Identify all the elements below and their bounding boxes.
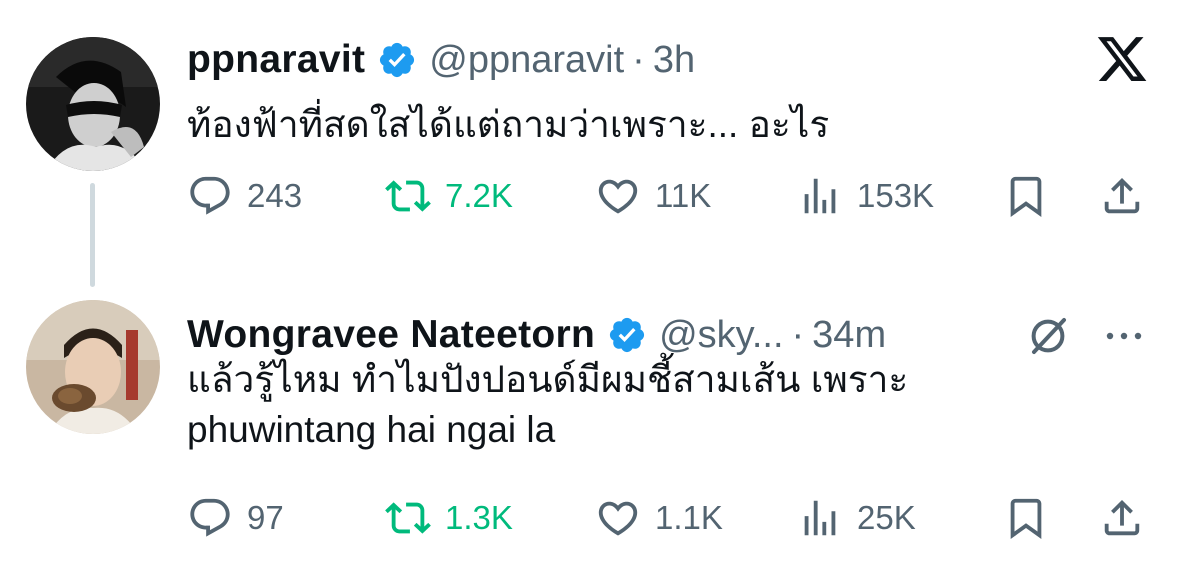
views-icon <box>797 495 843 541</box>
bookmark-button[interactable] <box>1003 493 1049 543</box>
views-button[interactable]: 153K <box>797 171 934 221</box>
share-button[interactable] <box>1099 171 1145 221</box>
reply-count: 97 <box>247 499 284 536</box>
separator: · <box>791 313 805 356</box>
like-button[interactable]: 11K <box>595 171 711 221</box>
tweet-text-line: ท้องฟ้าที่สดใสได้แต่ถามว่าเพราะ... อะไร <box>187 104 830 145</box>
action-bar: 97 1.3K 1.1K 25K <box>187 493 1147 543</box>
retweet-icon <box>385 173 431 219</box>
share-icon <box>1099 173 1145 219</box>
retweet-button[interactable]: 1.3K <box>385 493 513 543</box>
retweet-count: 1.3K <box>445 499 513 536</box>
verified-badge-icon <box>377 40 417 80</box>
display-name[interactable]: Wongravee Nateetorn <box>187 313 595 357</box>
tweet-header: ppnaravit @ppnaravit · 3h <box>187 35 695 85</box>
like-count: 1.1K <box>655 499 723 536</box>
tweet-reply[interactable]: Wongravee Nateetorn @sky... · 34m แล้วรู… <box>0 290 1179 563</box>
heart-icon <box>595 173 641 219</box>
thread-connector <box>90 183 95 287</box>
tweet-text: ท้องฟ้าที่สดใสได้แต่ถามว่าเพราะ... อะไร <box>187 100 829 150</box>
heart-icon <box>595 495 641 541</box>
reply-count: 243 <box>247 177 303 214</box>
action-bar: 243 7.2K 11K 153K <box>187 171 1147 221</box>
reply-button[interactable]: 243 <box>187 171 302 221</box>
avatar[interactable] <box>26 300 160 434</box>
display-name[interactable]: ppnaravit <box>187 38 365 82</box>
views-count: 153K <box>857 177 935 214</box>
retweet-button[interactable]: 7.2K <box>385 171 513 221</box>
tweet-text: แล้วรู้ไหม ทำไมปังปอนด์มีผมชี้สามเส้น เพ… <box>187 355 908 455</box>
tweet-text-line: แล้วรู้ไหม ทำไมปังปอนด์มีผมชี้สามเส้น เพ… <box>187 359 909 400</box>
tweet-header: Wongravee Nateetorn @sky... · 34m <box>187 310 886 360</box>
share-button[interactable] <box>1099 493 1145 543</box>
share-icon <box>1099 495 1145 541</box>
retweet-icon <box>385 495 431 541</box>
reply-icon <box>187 173 233 219</box>
retweet-count: 7.2K <box>445 177 513 214</box>
timestamp[interactable]: 3h <box>653 39 695 82</box>
verified-badge-icon <box>607 315 647 355</box>
views-button[interactable]: 25K <box>797 493 916 543</box>
views-count: 25K <box>857 499 916 536</box>
like-count: 11K <box>655 177 712 214</box>
separator: · <box>632 38 645 81</box>
like-button[interactable]: 1.1K <box>595 493 723 543</box>
handle[interactable]: @ppnaravit <box>429 39 624 82</box>
views-icon <box>797 173 843 219</box>
bookmark-icon <box>1003 173 1049 219</box>
tweet-text-line: phuwintang hai ngai la <box>187 409 556 450</box>
x-logo-icon <box>1097 37 1147 81</box>
handle[interactable]: @sky... <box>659 314 783 357</box>
grok-icon[interactable] <box>1024 312 1072 360</box>
avatar[interactable] <box>26 37 160 171</box>
reply-icon <box>187 495 233 541</box>
bookmark-button[interactable] <box>1003 171 1049 221</box>
more-icon[interactable] <box>1100 312 1148 360</box>
reply-button[interactable]: 97 <box>187 493 284 543</box>
timestamp[interactable]: 34m <box>812 314 886 357</box>
tweet-original[interactable]: ppnaravit @ppnaravit · 3h ท้องฟ้าที่สดใส… <box>0 0 1179 290</box>
bookmark-icon <box>1003 495 1049 541</box>
